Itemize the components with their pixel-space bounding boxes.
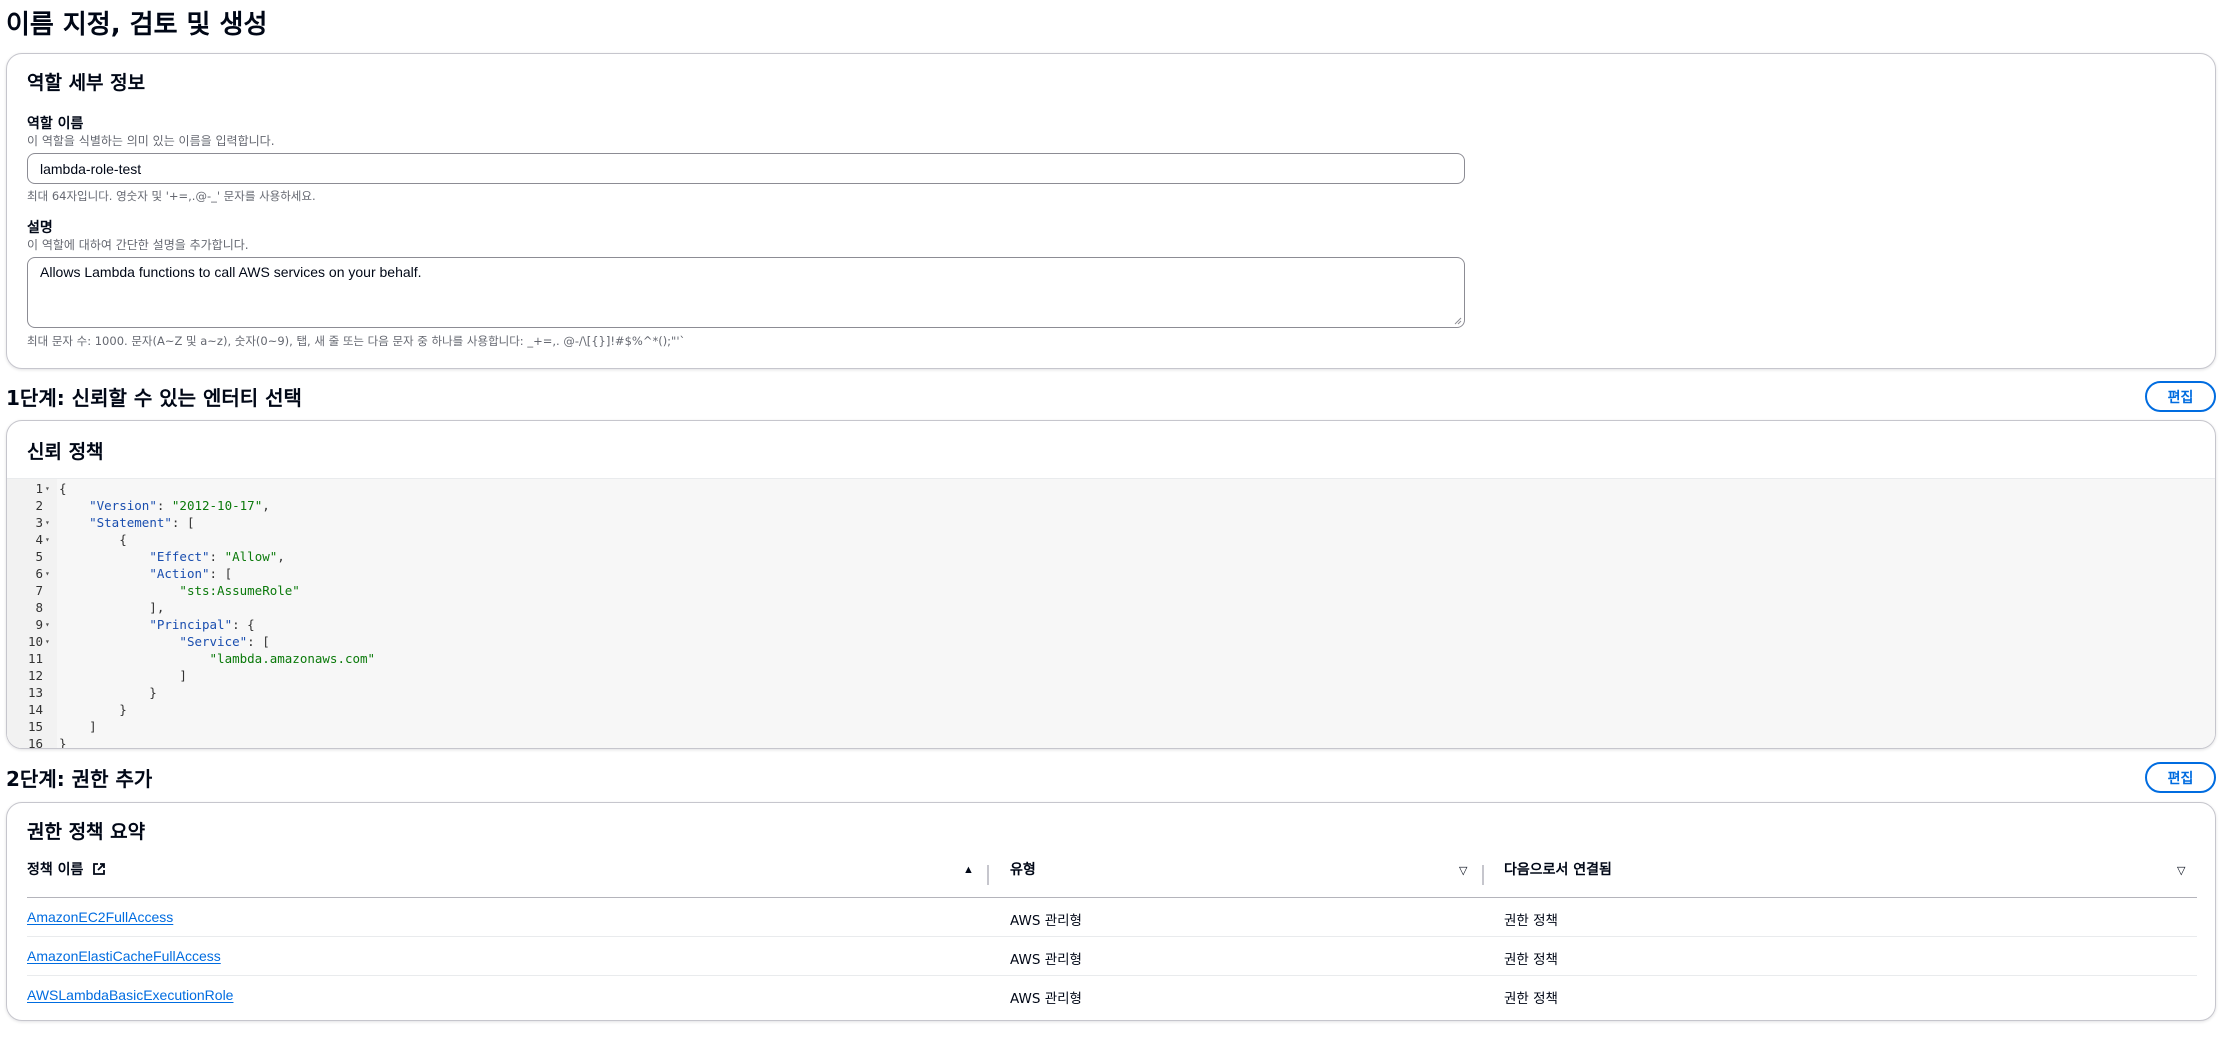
role-details-title: 역할 세부 정보 xyxy=(27,72,146,94)
code-text: } xyxy=(59,736,67,749)
code-line: 16} xyxy=(7,735,2215,749)
policy-link[interactable]: AWSLambdaBasicExecutionRole xyxy=(27,987,233,1003)
code-text: "Principal": { xyxy=(149,617,255,632)
code-line: 15 ] xyxy=(7,718,2215,735)
description-help: 이 역할에 대하여 간단한 설명을 추가합니다. xyxy=(27,238,249,252)
code-text: { xyxy=(59,481,67,496)
line-number: 1 xyxy=(35,481,43,496)
policy-type: AWS 관리형 xyxy=(1010,913,1082,929)
table-row: AmazonEC2FullAccess AWS 관리형 권한 정책 xyxy=(27,898,2197,937)
line-number: 13 xyxy=(27,685,43,700)
line-number: 4 xyxy=(35,532,43,547)
fold-caret-icon[interactable]: ▾ xyxy=(45,565,50,582)
sort-ascending-icon[interactable]: ▲ xyxy=(963,864,974,876)
fold-caret-icon[interactable]: ▾ xyxy=(45,514,50,531)
code-line: 13 } xyxy=(7,684,2215,701)
column-header-type[interactable]: 유형 xyxy=(1010,859,1036,879)
code-line: 7 "sts:AssumeRole" xyxy=(7,582,2215,599)
line-number: 15 xyxy=(27,719,43,734)
code-text: "Action": [ xyxy=(149,566,233,581)
code-line: 1 ▾ { xyxy=(7,480,2215,497)
fold-caret-icon[interactable]: ▾ xyxy=(45,633,50,650)
line-number: 16 xyxy=(27,736,43,749)
permissions-summary-title: 권한 정책 요약 xyxy=(27,821,146,843)
code-text: } xyxy=(59,685,157,700)
policy-type: AWS 관리형 xyxy=(1010,952,1082,968)
line-number: 10 xyxy=(27,634,43,649)
role-name-description: 이 역할을 식별하는 의미 있는 이름을 입력합니다. xyxy=(27,134,275,148)
description-hint: 최대 문자 수: 1000. 문자(A~Z 및 a~z), 숫자(0~9), 탭… xyxy=(27,334,686,348)
line-number: 11 xyxy=(27,651,43,666)
code-text: "sts:AssumeRole" xyxy=(179,583,300,598)
sort-descending-icon[interactable]: ▽ xyxy=(1459,864,1467,877)
step2-heading: 2단계: 권한 추가 xyxy=(6,767,153,791)
column-divider[interactable] xyxy=(987,865,989,885)
code-text: ] xyxy=(59,668,187,683)
table-row: AWSLambdaBasicExecutionRole AWS 관리형 권한 정… xyxy=(27,976,2197,1015)
step2-edit-button[interactable]: 편집 xyxy=(2145,762,2216,793)
fold-caret-icon[interactable]: ▾ xyxy=(45,480,50,497)
role-name-label: 역할 이름 xyxy=(27,116,84,132)
policy-type: AWS 관리형 xyxy=(1010,991,1082,1007)
role-name-hint: 최대 64자입니다. 영숫자 및 '+=,.@-_' 문자를 사용하세요. xyxy=(27,189,316,203)
code-line: 12 ] xyxy=(7,667,2215,684)
code-text: } xyxy=(59,702,127,717)
code-line: 14 } xyxy=(7,701,2215,718)
code-line: 8 ], xyxy=(7,599,2215,616)
column-header-policy-name[interactable]: 정책 이름 xyxy=(27,859,106,879)
description-label: 설명 xyxy=(27,220,53,236)
code-text: ], xyxy=(59,600,165,615)
code-text: "lambda.amazonaws.com" xyxy=(209,651,376,666)
line-number: 3 xyxy=(35,515,43,530)
code-line: 6 ▾ "Action": [ xyxy=(7,565,2215,582)
code-text: "Version": "2012-10-17", xyxy=(89,498,270,513)
permissions-summary-card: 권한 정책 요약 정책 이름 ▲ 유형 ▽ 다음으로서 연결됨 ▽ Amazon… xyxy=(6,802,2216,1021)
fold-caret-icon[interactable]: ▾ xyxy=(45,616,50,633)
trust-policy-card: 신뢰 정책 1 ▾{2 "Version": "2012-10-17", 3 ▾ "S… xyxy=(6,420,2216,749)
code-text: { xyxy=(59,532,127,547)
resize-handle-icon[interactable] xyxy=(1454,317,1462,325)
code-line: 11 "lambda.amazonaws.com" xyxy=(7,650,2215,667)
description-textarea[interactable]: Allows Lambda functions to call AWS serv… xyxy=(27,257,1465,328)
column-header-attached-as[interactable]: 다음으로서 연결됨 xyxy=(1504,859,1612,879)
line-number: 14 xyxy=(27,702,43,717)
policy-attached-as: 권한 정책 xyxy=(1504,952,1558,968)
column-divider[interactable] xyxy=(1482,865,1484,885)
code-text: "Statement": [ xyxy=(89,515,195,530)
policy-link[interactable]: AmazonElastiCacheFullAccess xyxy=(27,948,221,964)
code-line: 2 "Version": "2012-10-17", xyxy=(7,497,2215,514)
code-line: 9 ▾ "Principal": { xyxy=(7,616,2215,633)
line-number: 9 xyxy=(35,617,43,632)
fold-caret-icon[interactable]: ▾ xyxy=(45,531,50,548)
step1-edit-button[interactable]: 편집 xyxy=(2145,381,2216,412)
policy-link[interactable]: AmazonEC2FullAccess xyxy=(27,909,173,925)
trust-policy-code-editor[interactable]: 1 ▾{2 "Version": "2012-10-17", 3 ▾ "Stateme… xyxy=(7,478,2215,749)
column-label-policy-name: 정책 이름 xyxy=(27,862,84,878)
line-number: 5 xyxy=(35,549,43,564)
line-number: 8 xyxy=(35,600,43,615)
page-title: 이름 지정, 검토 및 생성 xyxy=(6,10,268,40)
policy-attached-as: 권한 정책 xyxy=(1504,991,1558,1007)
line-number: 2 xyxy=(35,498,43,513)
policy-attached-as: 권한 정책 xyxy=(1504,913,1558,929)
code-line: 4 ▾ { xyxy=(7,531,2215,548)
code-line: 3 ▾ "Statement": [ xyxy=(7,514,2215,531)
trust-policy-title: 신뢰 정책 xyxy=(27,441,104,463)
external-link-icon xyxy=(93,863,106,875)
step1-heading: 1단계: 신뢰할 수 있는 엔터티 선택 xyxy=(6,386,302,410)
code-text: ] xyxy=(59,719,97,734)
description-text: Allows Lambda functions to call AWS serv… xyxy=(40,264,422,280)
sort-descending-icon[interactable]: ▽ xyxy=(2177,864,2185,877)
code-text: "Service": [ xyxy=(179,634,270,649)
line-number: 12 xyxy=(27,668,43,683)
line-number: 6 xyxy=(35,566,43,581)
role-details-card: 역할 세부 정보 역할 이름 이 역할을 식별하는 의미 있는 이름을 입력합니… xyxy=(6,53,2216,369)
code-line: 10 ▾ "Service": [ xyxy=(7,633,2215,650)
code-line: 5 "Effect": "Allow", xyxy=(7,548,2215,565)
line-number: 7 xyxy=(35,583,43,598)
table-row: AmazonElastiCacheFullAccess AWS 관리형 권한 정… xyxy=(27,937,2197,976)
code-text: "Effect": "Allow", xyxy=(149,549,285,564)
role-name-input[interactable] xyxy=(27,153,1465,184)
